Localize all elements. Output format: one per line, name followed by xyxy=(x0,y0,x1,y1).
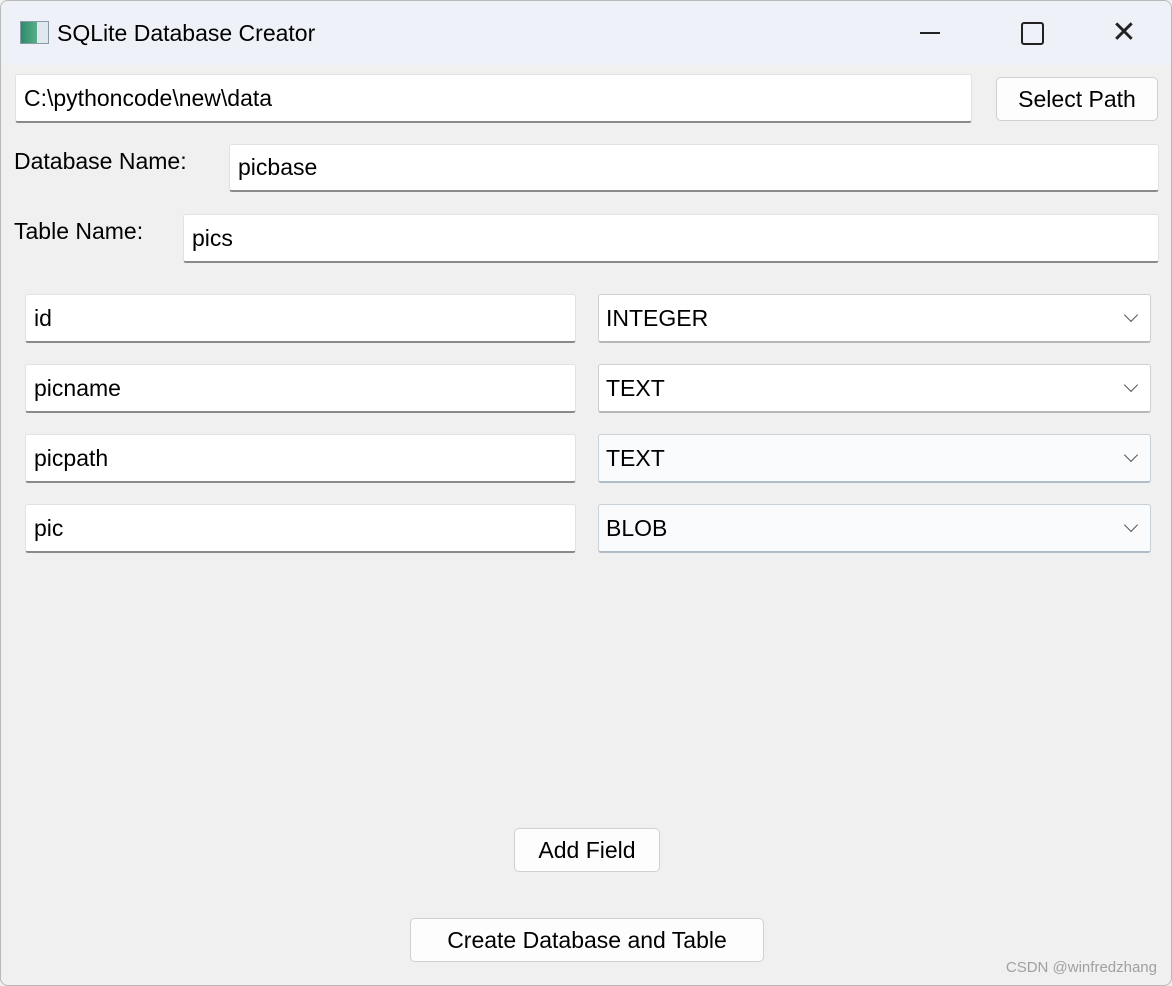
field-type-value: INTEGER xyxy=(606,304,709,331)
field-type-select[interactable]: TEXT xyxy=(598,364,1151,413)
field-type-value: TEXT xyxy=(606,374,665,401)
field-name-input[interactable]: picpath xyxy=(25,434,576,483)
maximize-button[interactable] xyxy=(1008,15,1054,51)
table-name-input[interactable]: pics xyxy=(183,214,1159,263)
watermark: CSDN @winfredzhang xyxy=(1005,959,1157,976)
chevron-down-icon xyxy=(1123,377,1139,393)
database-name-label: Database Name: xyxy=(14,148,187,174)
close-button[interactable]: ✕ xyxy=(1101,15,1147,51)
database-name-input[interactable]: picbase xyxy=(229,144,1159,192)
field-name-input[interactable]: pic xyxy=(25,504,576,553)
chevron-down-icon xyxy=(1123,307,1139,323)
path-input[interactable]: C:\pythoncode\new\data xyxy=(15,74,972,123)
chevron-down-icon xyxy=(1123,447,1139,463)
add-field-button[interactable]: Add Field xyxy=(514,828,660,872)
title-bar: SQLite Database Creator ✕ xyxy=(1,1,1171,65)
chevron-down-icon xyxy=(1123,517,1139,533)
minimize-button[interactable] xyxy=(907,15,953,51)
field-type-select[interactable]: INTEGER xyxy=(598,294,1151,343)
field-type-select[interactable]: TEXT xyxy=(598,434,1151,483)
field-type-value: BLOB xyxy=(606,514,668,541)
field-name-input[interactable]: picname xyxy=(25,364,576,413)
field-type-select[interactable]: BLOB xyxy=(598,504,1151,553)
select-path-button[interactable]: Select Path xyxy=(996,77,1158,121)
create-database-button[interactable]: Create Database and Table xyxy=(410,918,764,962)
field-type-value: TEXT xyxy=(606,444,665,471)
app-window: SQLite Database Creator ✕ C:\pythoncode\… xyxy=(0,0,1172,986)
window-title: SQLite Database Creator xyxy=(57,20,316,46)
app-icon xyxy=(20,21,49,44)
field-name-input[interactable]: id xyxy=(25,294,576,343)
table-name-label: Table Name: xyxy=(14,218,144,244)
